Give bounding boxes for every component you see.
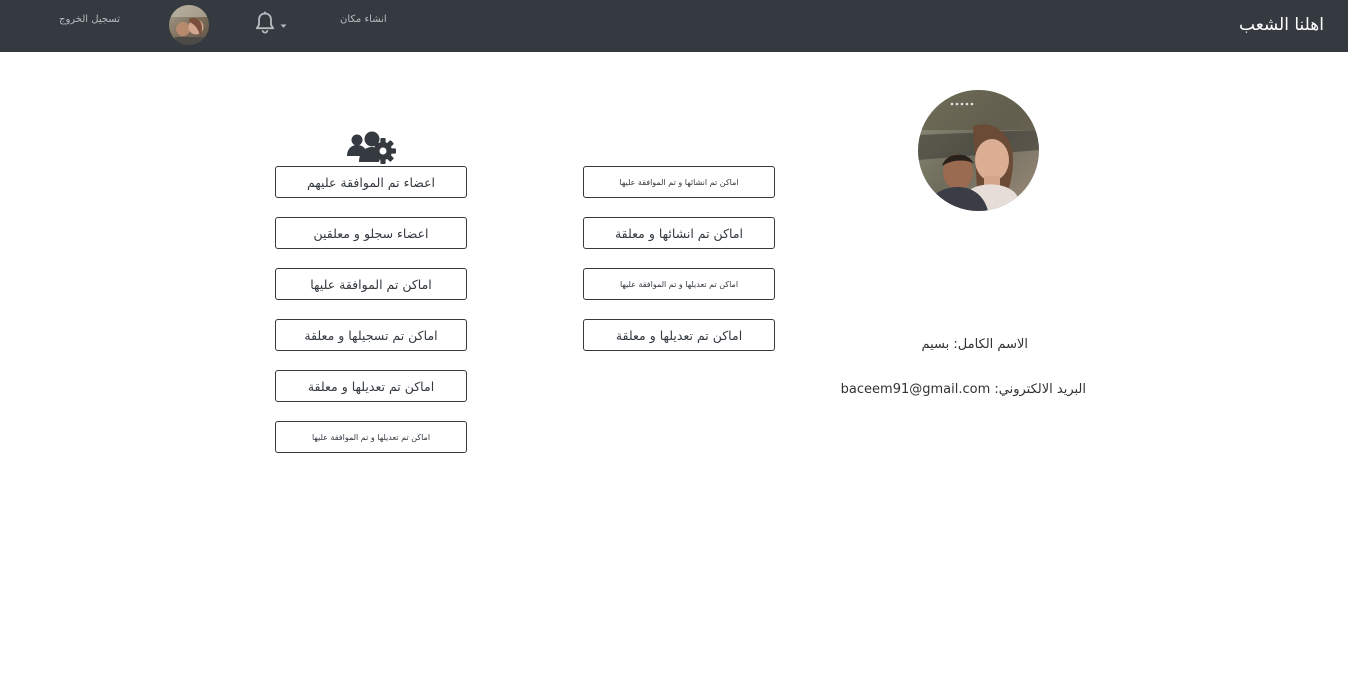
top-navbar: اهلنا الشعب انشاء مكان تسجيل الخروج <box>0 0 1348 52</box>
my-created-pending-places-button[interactable]: اماكن تم انشائها و معلقة <box>583 217 775 249</box>
approved-members-button[interactable]: اعضاء تم الموافقة عليهم <box>275 166 467 198</box>
avatar-photo <box>169 5 209 45</box>
full-name-text: الاسم الكامل: بسيم <box>921 337 1028 352</box>
approved-places-button[interactable]: اماكن تم الموافقة عليها <box>275 268 467 300</box>
email-text: البريد الالكتروني: baceem91@gmail.com <box>840 382 1086 397</box>
notifications-dropdown[interactable] <box>254 11 290 37</box>
create-place-link[interactable]: انشاء مكان <box>340 13 387 27</box>
my-edited-approved-places-button[interactable]: اماكن تم تعديلها و تم الموافقة عليها <box>583 268 775 300</box>
my-edited-pending-places-button[interactable]: اماكن تم تعديلها و معلقة <box>583 319 775 351</box>
pending-edited-places-button[interactable]: اماكن تم تعديلها و معلقة <box>275 370 467 402</box>
caret-down-icon <box>280 24 287 28</box>
brand-title[interactable]: اهلنا الشعب <box>1239 14 1324 36</box>
logout-link[interactable]: تسجيل الخروج <box>59 13 120 27</box>
approved-edited-places-button[interactable]: اماكن تم تعديلها و تم الموافقة عليها <box>275 421 467 453</box>
pending-registered-places-button[interactable]: اماكن تم تسجيلها و معلقة <box>275 319 467 351</box>
profile-photo <box>918 90 1039 211</box>
users-cog-icon <box>345 130 397 164</box>
my-created-approved-places-button[interactable]: اماكن تم انشائها و تم الموافقة عليها <box>583 166 775 198</box>
users-cog-icon-svg <box>347 131 396 164</box>
pending-members-button[interactable]: اعضاء سجلو و معلقين <box>275 217 467 249</box>
profile-picture <box>918 90 1039 211</box>
bell-icon <box>255 11 287 34</box>
user-avatar[interactable] <box>169 5 209 45</box>
